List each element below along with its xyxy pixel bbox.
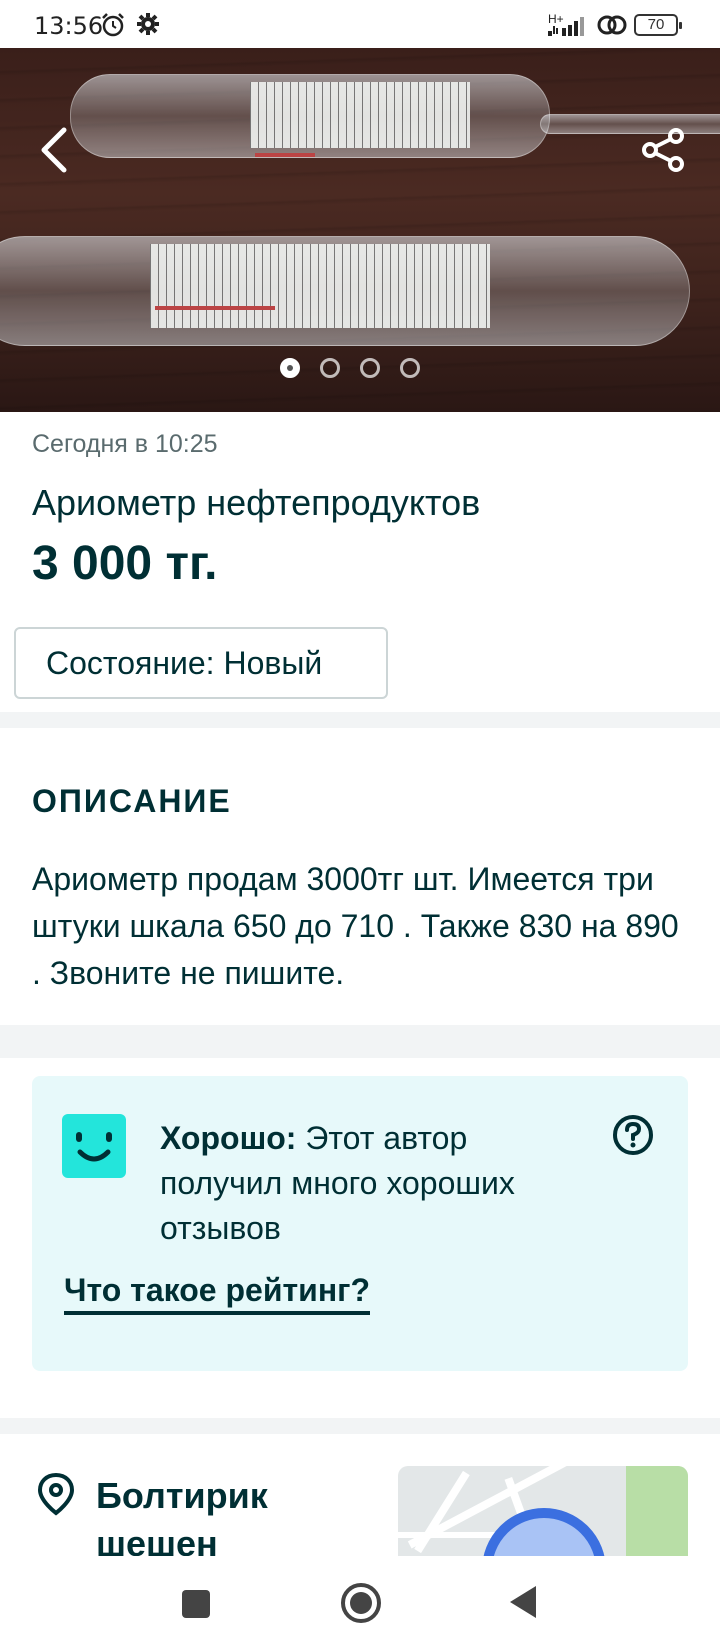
photo-gallery[interactable]	[0, 48, 720, 412]
listing-price: 3 000 тг.	[32, 537, 218, 590]
description-heading: ОПИСАНИЕ	[32, 783, 232, 819]
rating-label: Хорошо:	[160, 1120, 297, 1156]
section-divider	[0, 1025, 720, 1058]
map-location-radius	[482, 1508, 606, 1558]
location-map[interactable]	[398, 1466, 688, 1558]
thermometer-line-1	[255, 153, 315, 157]
description-text: Ариометр продам 3000тг шт. Имеется три ш…	[32, 861, 679, 991]
map-park	[626, 1466, 688, 1558]
recents-button[interactable]	[182, 1590, 210, 1618]
section-divider	[0, 1418, 720, 1434]
condition-tag: Состояние: Новый	[14, 627, 388, 699]
question-icon[interactable]	[612, 1114, 654, 1156]
gear-icon	[137, 13, 159, 35]
hydrometer-scale-1	[250, 82, 470, 148]
what-is-rating-link[interactable]: Что такое рейтинг?	[64, 1272, 371, 1315]
alarm-icon	[102, 13, 124, 37]
gallery-dot[interactable]	[400, 358, 420, 378]
smile-icon	[62, 1114, 126, 1178]
share-icon[interactable]	[642, 128, 686, 172]
system-nav-bar	[0, 1556, 720, 1650]
gallery-dot[interactable]	[320, 358, 340, 378]
hydrometer-stem	[540, 114, 720, 134]
back-button[interactable]	[508, 1584, 538, 1620]
listing-title: Ариометр нефтепродуктов	[32, 482, 481, 523]
thermometer-line-2	[155, 306, 275, 310]
gallery-dot-active[interactable]	[280, 358, 300, 378]
location-pin-icon	[37, 1472, 75, 1516]
section-divider	[0, 712, 720, 728]
status-bar: 13:56 H+ 70	[0, 0, 720, 50]
home-button[interactable]	[340, 1582, 382, 1624]
hydrometer-scale-2	[150, 244, 490, 328]
battery-indicator: 70	[634, 14, 682, 36]
location-name: Болтирик шешен	[96, 1475, 268, 1564]
hotspot-icon	[597, 15, 627, 35]
seller-rating-card: Хорошо: Этот автор получил много хороших…	[32, 1076, 688, 1371]
rating-description: Хорошо: Этот автор получил много хороших…	[160, 1116, 580, 1251]
gallery-dot[interactable]	[360, 358, 380, 378]
back-arrow-icon[interactable]	[38, 126, 70, 174]
status-time: 13:56	[34, 12, 104, 40]
posted-date: Сегодня в 10:25	[32, 430, 218, 458]
signal-icon	[548, 17, 584, 36]
